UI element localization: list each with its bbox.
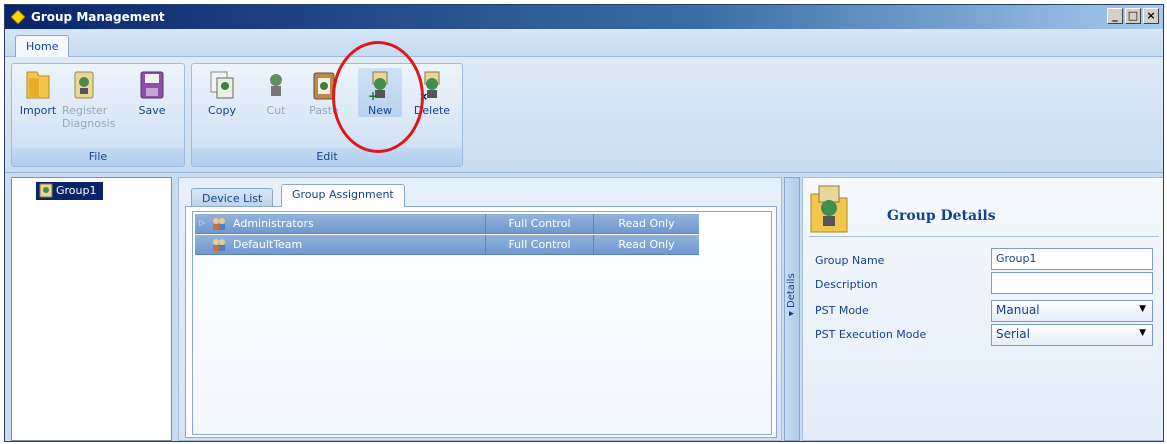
- cut-button[interactable]: Cut: [254, 68, 298, 117]
- row-control: Full Control: [485, 214, 593, 234]
- chevron-down-icon: ▼: [1139, 328, 1146, 338]
- group-name-field[interactable]: Group1: [991, 248, 1153, 270]
- pst-execution-mode-select[interactable]: Serial ▼: [991, 324, 1153, 346]
- window-title: Group Management: [31, 10, 165, 24]
- import-button[interactable]: Import: [16, 68, 60, 117]
- row-access: Read Only: [593, 235, 699, 255]
- diamond-app-icon: [11, 10, 25, 24]
- ribbon-group-file: Import Register Diagnosis Save File: [11, 63, 185, 167]
- pst-mode-label: PST Mode: [815, 304, 869, 317]
- folder-icon: [26, 71, 50, 99]
- row-name: DefaultTeam: [233, 238, 303, 251]
- details-splitter[interactable]: ◂Details: [784, 177, 800, 441]
- group-assignment-panel: Device List Group Assignment ▷ Administr…: [178, 177, 782, 441]
- group-tree: Group1: [11, 177, 172, 441]
- register-diagnosis-icon: [74, 71, 94, 99]
- tree-item-group1[interactable]: Group1: [36, 182, 103, 200]
- ribbon: Import Register Diagnosis Save File Copy…: [5, 57, 1163, 173]
- copy-icon: [210, 71, 234, 99]
- expand-arrow-icon[interactable]: ▷: [199, 218, 207, 228]
- tab-group-assignment[interactable]: Group Assignment: [281, 184, 405, 207]
- divider: [809, 236, 1159, 237]
- row-name: Administrators: [233, 217, 314, 230]
- save-button[interactable]: Save: [130, 68, 174, 117]
- tree-item-label: Group1: [56, 184, 97, 197]
- annotation-circle: [332, 41, 424, 153]
- close-button[interactable]: ×: [1143, 8, 1159, 24]
- ribbon-group-edit: Copy Cut Paste + New × Delete Edit: [191, 63, 463, 167]
- copy-button[interactable]: Copy: [200, 68, 244, 117]
- minimize-button[interactable]: _: [1107, 8, 1123, 24]
- assignment-grid: ▷ Administrators Full Control Read Only …: [192, 211, 772, 435]
- save-disk-icon: [140, 71, 164, 99]
- row-control: Full Control: [485, 235, 593, 255]
- cut-icon: [270, 74, 282, 96]
- group-folder-icon: [810, 185, 848, 233]
- users-group-icon: [213, 218, 225, 230]
- group-device-icon: [39, 183, 53, 198]
- group-management-window: Group Management _ □ × Home Import Regis…: [4, 4, 1164, 442]
- register-diagnosis-button[interactable]: Register Diagnosis: [62, 68, 115, 130]
- pst-mode-value: Manual: [996, 303, 1040, 317]
- group-name-label: Group Name: [815, 254, 885, 267]
- description-label: Description: [815, 278, 878, 291]
- maximize-button[interactable]: □: [1125, 8, 1141, 24]
- row-access: Read Only: [593, 214, 699, 234]
- tab-device-list[interactable]: Device List: [191, 188, 274, 206]
- ribbon-group-edit-label: Edit: [192, 148, 462, 166]
- pst-execution-mode-label: PST Execution Mode: [815, 328, 927, 341]
- pst-mode-select[interactable]: Manual ▼: [991, 300, 1153, 322]
- window-controls: _ □ ×: [1107, 8, 1159, 24]
- details-title: Group Details: [887, 208, 996, 224]
- description-field[interactable]: [991, 272, 1153, 294]
- ribbon-group-file-label: File: [12, 148, 184, 166]
- title-bar: Group Management _ □ ×: [5, 5, 1163, 29]
- chevron-down-icon: ▼: [1139, 304, 1146, 314]
- tab-content: ▷ Administrators Full Control Read Only …: [185, 206, 777, 438]
- ribbon-tab-strip: Home: [5, 29, 1163, 58]
- group-details-panel: Group Details Group Name Group1 Descript…: [802, 177, 1163, 441]
- splitter-label: ◂Details: [786, 273, 797, 319]
- pst-execution-mode-value: Serial: [996, 327, 1030, 341]
- table-row[interactable]: DefaultTeam Full Control Read Only: [195, 235, 699, 255]
- ribbon-tab-home[interactable]: Home: [15, 35, 70, 58]
- users-group-icon: [213, 239, 225, 251]
- table-row[interactable]: ▷ Administrators Full Control Read Only: [195, 214, 699, 234]
